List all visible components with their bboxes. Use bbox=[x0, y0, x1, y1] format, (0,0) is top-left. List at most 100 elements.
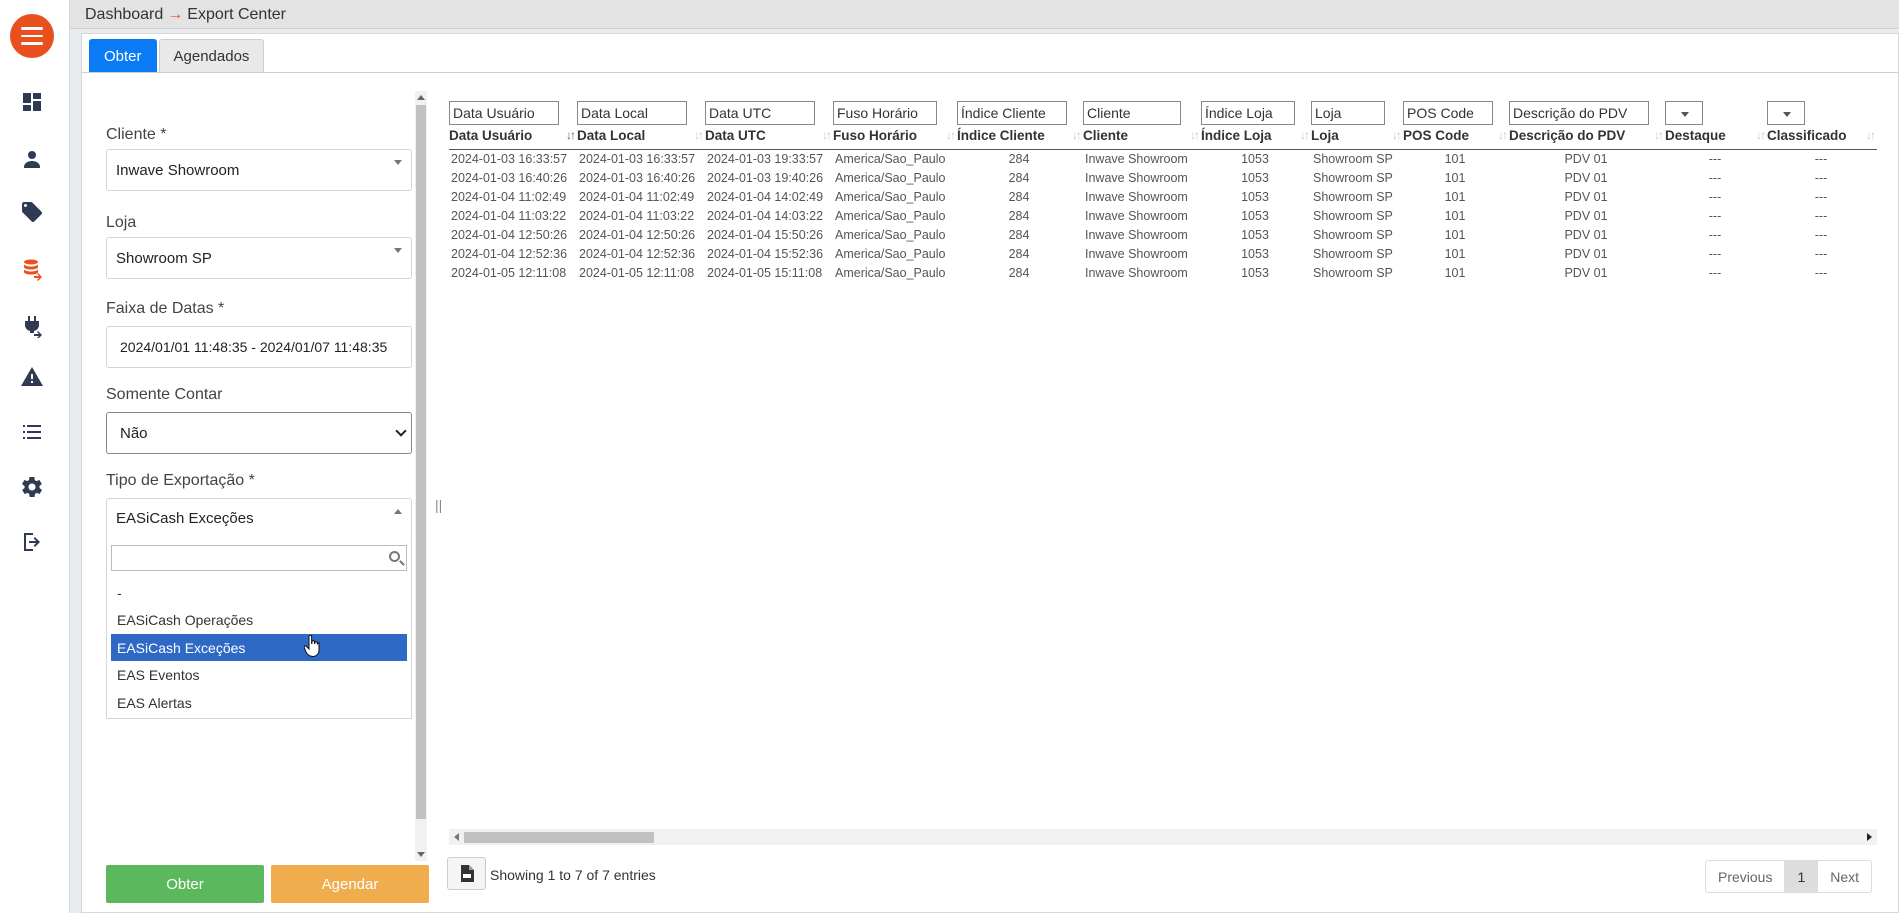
pagination-next[interactable]: Next bbox=[1818, 861, 1871, 892]
table-cell: --- bbox=[1708, 170, 1722, 185]
table-cell: 2024-01-03 16:40:26 bbox=[579, 170, 696, 185]
dropdown-option-selected[interactable]: EASiCash Exceções bbox=[111, 634, 407, 661]
panel-resize-handle-icon[interactable]: || bbox=[435, 497, 442, 513]
tag-icon[interactable] bbox=[18, 198, 46, 226]
file-icon bbox=[460, 865, 474, 882]
table-cell: --- bbox=[1814, 227, 1828, 242]
cliente-select[interactable]: Inwave Showroom bbox=[106, 149, 412, 191]
filter-row: Data Usuário Data Local Data UTC Fuso Ho… bbox=[449, 101, 1877, 127]
table-row[interactable]: 2024-01-04 12:50:26 2024-01-04 12:50:26 20… bbox=[449, 225, 1877, 244]
plug-icon[interactable] bbox=[18, 312, 46, 340]
column-header[interactable]: Data UTC ↓↑ bbox=[705, 127, 833, 150]
loja-select[interactable]: Showroom SP bbox=[106, 237, 412, 279]
filter-data-usuario[interactable]: Data Usuário bbox=[449, 101, 559, 125]
filter-indice-loja[interactable]: Índice Loja bbox=[1201, 101, 1295, 125]
column-header[interactable]: Índice Loja ↓↑ bbox=[1201, 127, 1311, 150]
dropdown-option[interactable]: - bbox=[111, 579, 407, 606]
table-cell: 1053 bbox=[1241, 189, 1269, 204]
dropdown-search-input[interactable] bbox=[111, 545, 407, 571]
filter-pos-code[interactable]: POS Code bbox=[1403, 101, 1493, 125]
scroll-left-arrow-icon[interactable] bbox=[454, 833, 459, 841]
scroll-right-arrow-icon[interactable] bbox=[1867, 833, 1872, 841]
logout-icon[interactable] bbox=[18, 528, 46, 556]
filter-fuso-horario[interactable]: Fuso Horário bbox=[833, 101, 937, 125]
filter-data-utc[interactable]: Data UTC bbox=[705, 101, 815, 125]
column-header[interactable]: Data Local ↓↑ bbox=[577, 127, 705, 150]
obter-button[interactable]: Obter bbox=[106, 865, 264, 903]
filter-indice-cliente[interactable]: Índice Cliente bbox=[957, 101, 1067, 125]
table-horizontal-scrollbar[interactable] bbox=[449, 829, 1877, 845]
somente-contar-select[interactable]: Não bbox=[106, 412, 412, 454]
table-cell: 2024-01-04 11:02:49 bbox=[579, 189, 695, 204]
table-cell: Showroom SP bbox=[1313, 170, 1393, 185]
pagination-previous[interactable]: Previous bbox=[1706, 861, 1784, 892]
filter-loja[interactable]: Loja bbox=[1311, 101, 1385, 125]
column-header[interactable]: Classificado ↓↑ bbox=[1767, 127, 1877, 150]
tab-obter[interactable]: Obter bbox=[89, 39, 157, 72]
column-header[interactable]: Loja ↓↑ bbox=[1311, 127, 1403, 150]
dropdown-option[interactable]: EAS Eventos bbox=[111, 661, 407, 688]
pagination-page-1[interactable]: 1 bbox=[1784, 861, 1819, 892]
cliente-value: Inwave Showroom bbox=[116, 161, 240, 179]
table-row[interactable]: 2024-01-03 16:40:26 2024-01-03 16:40:26 20… bbox=[449, 168, 1877, 187]
dashboard-icon[interactable] bbox=[18, 88, 46, 116]
scroll-up-arrow-icon[interactable] bbox=[417, 95, 425, 100]
date-range-input[interactable]: 2024/01/01 11:48:35 - 2024/01/07 11:48:3… bbox=[106, 326, 412, 368]
dropdown-option[interactable]: EAS Alertas bbox=[111, 689, 407, 716]
filter-destaque-select[interactable] bbox=[1665, 101, 1703, 125]
filter-cliente[interactable]: Cliente bbox=[1083, 101, 1181, 125]
header-row: Data Usuário ↓↑ Data Local ↓↑ Data UTC ↓↑ F… bbox=[449, 127, 1877, 150]
list-icon[interactable] bbox=[18, 418, 46, 446]
table-cell: Inwave Showroom bbox=[1085, 170, 1188, 185]
breadcrumb-dashboard-link[interactable]: Dashboard bbox=[85, 6, 163, 23]
warning-icon[interactable] bbox=[18, 363, 46, 391]
column-header[interactable]: Descrição do PDV ↓↑ bbox=[1509, 127, 1665, 150]
sort-icon: ↓↑ bbox=[1498, 128, 1508, 143]
table-cell: 101 bbox=[1444, 265, 1466, 280]
table-cell: PDV 01 bbox=[1564, 189, 1608, 204]
table-row[interactable]: 2024-01-04 11:02:49 2024-01-04 11:02:49 20… bbox=[449, 187, 1877, 206]
scroll-down-arrow-icon[interactable] bbox=[417, 852, 425, 857]
column-header[interactable]: Destaque ↓↑ bbox=[1665, 127, 1767, 150]
table-row[interactable]: 2024-01-05 12:11:08 2024-01-05 12:11:08 20… bbox=[449, 263, 1877, 282]
breadcrumb: Dashboard → Export Center bbox=[70, 0, 1899, 29]
column-header[interactable]: Data Usuário ↓↑ bbox=[449, 127, 577, 150]
table-cell: --- bbox=[1708, 227, 1722, 242]
scrollbar-thumb[interactable] bbox=[416, 105, 426, 819]
table-cell: 101 bbox=[1444, 246, 1466, 261]
export-csv-button[interactable] bbox=[447, 857, 486, 890]
chevron-down-icon bbox=[394, 248, 402, 253]
sort-icon: ↓↑ bbox=[1866, 128, 1876, 143]
table-row[interactable]: 2024-01-03 16:33:57 2024-01-03 16:33:57 20… bbox=[449, 149, 1877, 168]
table-cell: 2024-01-04 14:03:22 bbox=[707, 208, 824, 223]
gear-icon[interactable] bbox=[18, 473, 46, 501]
filter-descricao-pdv[interactable]: Descrição do PDV bbox=[1509, 101, 1649, 125]
column-header[interactable]: POS Code ↓↑ bbox=[1403, 127, 1509, 150]
table-cell: Showroom SP bbox=[1313, 265, 1393, 280]
filter-classificado-select[interactable] bbox=[1767, 101, 1805, 125]
column-header[interactable]: Cliente ↓↑ bbox=[1083, 127, 1201, 150]
agendar-button[interactable]: Agendar bbox=[271, 865, 429, 903]
hamburger-menu-icon[interactable] bbox=[10, 14, 54, 58]
dropdown-option[interactable]: EASiCash Operações bbox=[111, 606, 407, 633]
column-header[interactable]: Fuso Horário ↓↑ bbox=[833, 127, 957, 150]
database-export-icon[interactable] bbox=[18, 256, 46, 284]
search-icon bbox=[389, 551, 400, 562]
sort-icon: ↓↑ bbox=[1392, 128, 1402, 143]
user-icon[interactable] bbox=[18, 145, 46, 173]
table-cell: Showroom SP bbox=[1313, 208, 1393, 223]
column-header[interactable]: Índice Cliente ↓↑ bbox=[957, 127, 1083, 150]
table-cell: PDV 01 bbox=[1564, 170, 1608, 185]
filter-data-local[interactable]: Data Local bbox=[577, 101, 687, 125]
table-cell: 284 bbox=[1008, 151, 1030, 166]
scrollbar-thumb[interactable] bbox=[464, 832, 654, 843]
chevron-up-icon bbox=[394, 509, 402, 514]
table-row[interactable]: 2024-01-04 12:52:36 2024-01-04 12:52:36 20… bbox=[449, 244, 1877, 263]
table-row[interactable]: 2024-01-04 11:03:22 2024-01-04 11:03:22 20… bbox=[449, 206, 1877, 225]
tipo-exportacao-select[interactable]: EASiCash Exceções bbox=[106, 498, 412, 538]
table-cell: 2024-01-04 12:50:26 bbox=[579, 227, 696, 242]
form-vertical-scrollbar[interactable] bbox=[415, 91, 427, 861]
table-cell: Showroom SP bbox=[1313, 246, 1393, 261]
table-cell: 1053 bbox=[1241, 151, 1269, 166]
tab-agendados[interactable]: Agendados bbox=[158, 39, 265, 72]
